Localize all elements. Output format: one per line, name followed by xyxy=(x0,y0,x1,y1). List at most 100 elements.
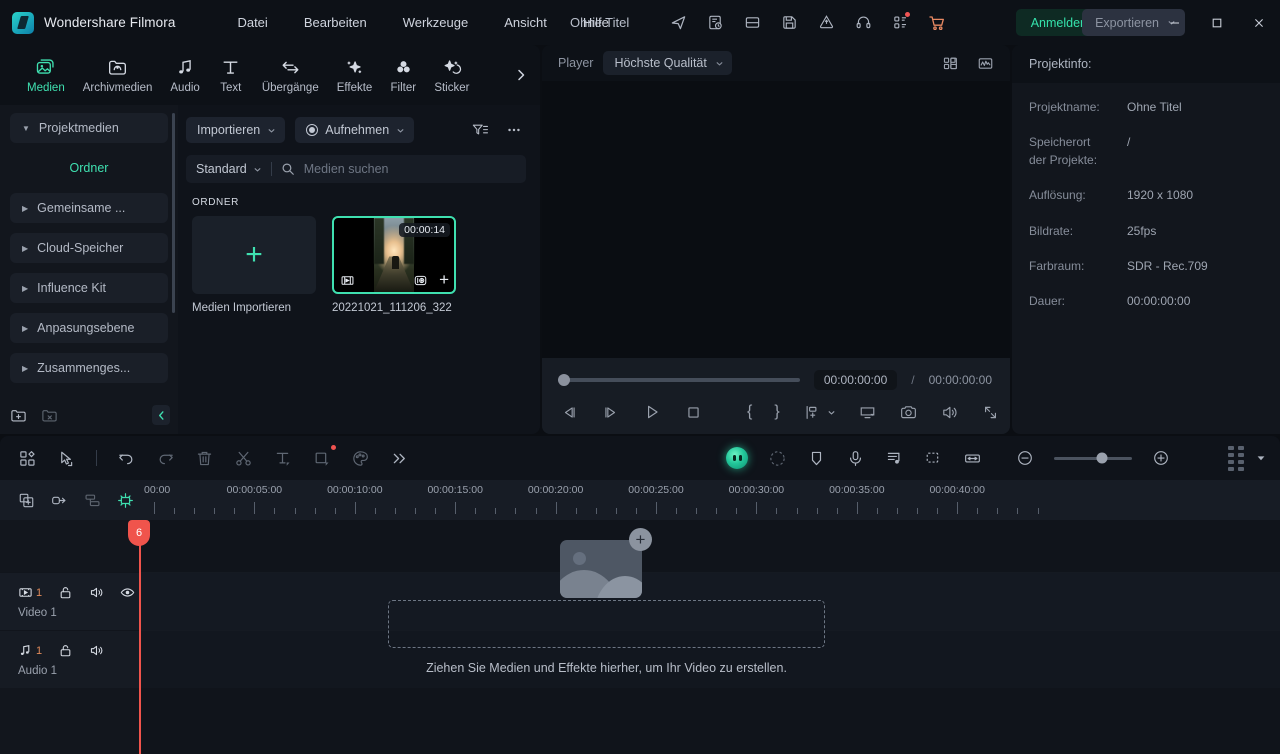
render-preview-icon[interactable] xyxy=(858,403,877,422)
ai-copilot-icon[interactable] xyxy=(726,447,748,469)
menu-item-werkzeuge[interactable]: Werkzeuge xyxy=(401,11,471,34)
fit-to-timeline-icon[interactable] xyxy=(963,449,982,468)
timeline-ruler[interactable]: 00:0000:00:05:0000:00:10:0000:00:15:0000… xyxy=(140,480,1280,520)
track-manager-icon[interactable] xyxy=(1228,446,1244,471)
media-thumbnail[interactable]: 00:00:14 + xyxy=(332,216,456,294)
zoom-handle[interactable] xyxy=(1097,453,1108,464)
zoom-out-icon[interactable] xyxy=(1016,449,1034,467)
more-options-icon[interactable] xyxy=(502,119,526,141)
mute-icon[interactable] xyxy=(89,643,104,658)
audio-beat-icon[interactable] xyxy=(885,449,904,468)
next-frame-icon[interactable] xyxy=(601,403,620,422)
send-icon[interactable] xyxy=(665,10,691,36)
folder-item-influence-kit[interactable]: ▶ Influence Kit xyxy=(10,273,168,303)
close-icon[interactable] xyxy=(1238,0,1280,45)
add-to-timeline-icon[interactable]: + xyxy=(439,271,449,288)
marker-icon[interactable] xyxy=(807,449,826,468)
disc-icon[interactable] xyxy=(413,273,428,288)
prev-frame-icon[interactable] xyxy=(560,403,579,422)
layout-icon[interactable] xyxy=(739,10,765,36)
menu-item-ansicht[interactable]: Ansicht xyxy=(502,11,549,34)
nav-item-effekte[interactable]: Effekte xyxy=(328,54,382,97)
track-header-video-1[interactable]: 1 Video 1 xyxy=(0,572,140,630)
seek-handle[interactable] xyxy=(558,374,570,386)
undo-icon[interactable] xyxy=(117,449,136,468)
search-input[interactable] xyxy=(304,162,516,176)
maximize-icon[interactable] xyxy=(1196,0,1238,45)
visibility-icon[interactable] xyxy=(120,585,135,600)
zoom-in-icon[interactable] xyxy=(1152,449,1170,467)
keyframe-icon[interactable] xyxy=(802,403,836,422)
chevron-right-icon[interactable] xyxy=(514,67,528,83)
folder-item-gemeinsame[interactable]: ▶ Gemeinsame ... xyxy=(10,193,168,223)
group-icon[interactable] xyxy=(84,492,101,509)
video-track-icon[interactable]: 1 xyxy=(18,585,42,600)
waveform-icon[interactable] xyxy=(973,53,998,74)
unlock-icon[interactable] xyxy=(58,585,73,600)
nav-item-sticker[interactable]: Sticker xyxy=(425,54,478,97)
green-screen-icon[interactable] xyxy=(924,449,943,468)
save-icon[interactable] xyxy=(776,10,802,36)
delete-icon[interactable] xyxy=(195,449,214,468)
folder-item-projektmedien[interactable]: ▼ Projektmedien xyxy=(10,113,168,143)
play-icon[interactable] xyxy=(642,402,662,422)
templates-grid-icon[interactable] xyxy=(18,449,37,468)
playhead-handle[interactable]: 6 xyxy=(128,520,150,546)
current-timecode[interactable]: 00:00:00:00 xyxy=(814,370,897,390)
nav-item-medien[interactable]: Medien xyxy=(18,54,74,97)
new-folder-icon[interactable] xyxy=(10,407,27,424)
track-lanes[interactable]: + Ziehen Sie Medien und Effekte hierher,… xyxy=(140,520,1280,754)
nav-item-text[interactable]: Text xyxy=(209,54,253,97)
timeline-dropzone[interactable] xyxy=(388,600,825,648)
audio-track-icon[interactable]: 1 xyxy=(18,643,42,658)
folder-item-anpasungsebene[interactable]: ▶ Anpasungsebene xyxy=(10,313,168,343)
snapshot-icon[interactable] xyxy=(899,403,918,422)
split-scissors-icon[interactable] xyxy=(234,449,253,468)
mark-in-icon[interactable]: { xyxy=(747,403,752,421)
folder-item-ordner[interactable]: Ordner xyxy=(10,153,168,183)
folder-item-zusammengesetzt[interactable]: ▶ Zusammenges... xyxy=(10,353,168,383)
track-header-audio-1[interactable]: 1 Audio 1 xyxy=(0,630,140,688)
video-preview-stage[interactable] xyxy=(542,81,1010,358)
select-cursor-icon[interactable] xyxy=(57,449,76,468)
volume-icon[interactable] xyxy=(940,403,959,422)
zoom-slider[interactable] xyxy=(1054,457,1132,460)
add-track-icon[interactable] xyxy=(18,492,35,509)
lane-empty[interactable] xyxy=(140,688,1280,754)
seek-slider[interactable] xyxy=(560,378,800,382)
split-view-icon[interactable] xyxy=(938,53,963,74)
import-button[interactable]: Importieren xyxy=(186,117,285,143)
folder-scrollbar[interactable] xyxy=(172,113,175,313)
nav-item-uebergaenge[interactable]: Übergänge xyxy=(253,54,328,97)
playhead[interactable]: 6 xyxy=(139,520,141,754)
import-media-tile[interactable]: + xyxy=(192,216,316,294)
redo-icon[interactable] xyxy=(156,449,175,468)
chevron-down-icon[interactable] xyxy=(1256,453,1266,463)
filter-sort-icon[interactable] xyxy=(468,119,492,141)
delete-folder-icon[interactable] xyxy=(41,407,58,424)
link-clip-icon[interactable] xyxy=(51,492,68,509)
project-history-icon[interactable] xyxy=(702,10,728,36)
auto-sync-icon[interactable] xyxy=(117,492,134,509)
more-chevrons-icon[interactable] xyxy=(390,449,409,468)
menu-item-datei[interactable]: Datei xyxy=(235,11,269,34)
fullscreen-icon[interactable] xyxy=(981,403,1000,422)
voiceover-mic-icon[interactable] xyxy=(846,449,865,468)
crop-tool-icon[interactable] xyxy=(312,449,331,468)
cart-icon[interactable] xyxy=(924,10,950,36)
color-palette-icon[interactable] xyxy=(351,449,370,468)
motion-tracking-icon[interactable] xyxy=(768,449,787,468)
support-headset-icon[interactable] xyxy=(850,10,876,36)
quality-dropdown[interactable]: Höchste Qualität xyxy=(603,51,731,75)
mute-icon[interactable] xyxy=(89,585,104,600)
minimize-icon[interactable] xyxy=(1154,0,1196,45)
view-mode-dropdown[interactable]: Standard xyxy=(196,162,262,176)
unlock-icon[interactable] xyxy=(58,643,73,658)
nav-item-archivmedien[interactable]: Archivmedien xyxy=(74,54,162,97)
cloud-upload-icon[interactable] xyxy=(813,10,839,36)
menu-item-bearbeiten[interactable]: Bearbeiten xyxy=(302,11,369,34)
nav-item-filter[interactable]: Filter xyxy=(381,54,425,97)
stop-icon[interactable] xyxy=(684,403,703,422)
nav-item-audio[interactable]: Audio xyxy=(161,54,208,97)
collapse-panel-icon[interactable] xyxy=(152,405,170,425)
